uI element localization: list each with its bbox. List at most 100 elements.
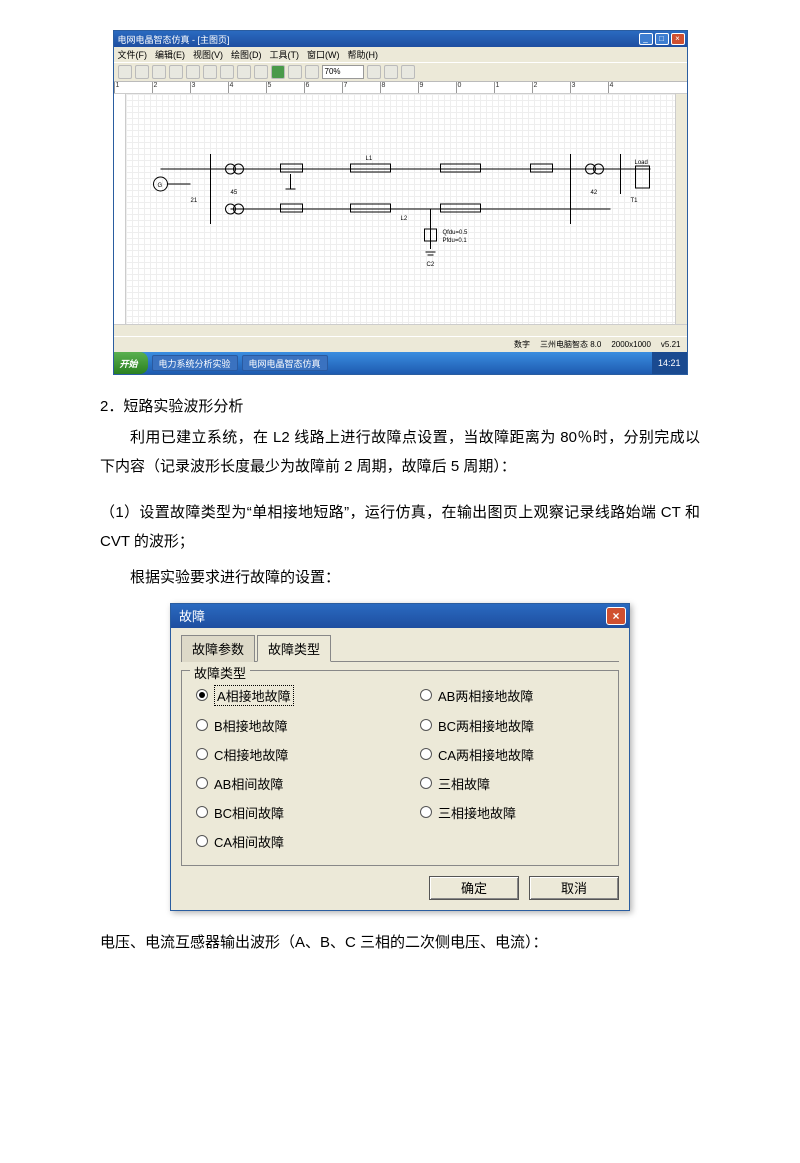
radio-icon [196, 719, 208, 731]
tool-icon[interactable] [254, 65, 268, 79]
menu-help[interactable]: 帮助(H) [348, 48, 379, 61]
paragraph: （1）设置故障类型为“单相接地短路”，运行仿真，在输出图页上观察记录线路始端 C… [100, 499, 700, 556]
close-icon[interactable]: × [671, 33, 685, 45]
svg-text:Pfdu=0.1: Pfdu=0.1 [442, 238, 467, 244]
svg-text:L2: L2 [400, 216, 407, 222]
dialog-title: 故障 [179, 606, 205, 625]
svg-text:C2: C2 [426, 262, 434, 268]
paragraph: 电压、电流互感器输出波形（A、B、C 三相的二次侧电压、电流）： [100, 929, 700, 958]
tool-icon[interactable] [384, 65, 398, 79]
scrollbar-vertical[interactable] [675, 94, 687, 324]
ruler-vertical [114, 94, 126, 324]
close-icon[interactable]: × [606, 607, 626, 625]
radio-icon [420, 748, 432, 760]
sim-toolbar: 70% [114, 62, 687, 82]
tool-icon[interactable] [220, 65, 234, 79]
simulation-app-window: 电网电晶智态仿真 - [主图页] _ □ × 文件(F) 编辑(E) 视图(V)… [113, 30, 688, 375]
sim-window-controls: _ □ × [639, 33, 685, 45]
fault-type-group: 故障类型 A相接地故障 AB两相接地故障 B相接地故障 BC两相接地故障 C相接… [181, 670, 619, 866]
status-app: 三州电脑智态 8.0 [540, 339, 601, 350]
tab-strip: 故障参数 故障类型 [181, 634, 619, 662]
taskbar-item[interactable]: 电力系统分析实验 [152, 355, 238, 371]
svg-text:T1: T1 [630, 198, 638, 204]
tool-icon[interactable] [203, 65, 217, 79]
radio-icon [420, 719, 432, 731]
radio-icon [420, 689, 432, 701]
tool-icon[interactable] [367, 65, 381, 79]
tool-icon[interactable] [152, 65, 166, 79]
radio-grid: A相接地故障 AB两相接地故障 B相接地故障 BC两相接地故障 C相接地故障 C… [196, 685, 604, 851]
start-label: 开始 [120, 357, 138, 370]
radio-ab-phase[interactable]: AB相间故障 [196, 774, 380, 793]
svg-text:G: G [157, 183, 162, 189]
dialog-body: 故障参数 故障类型 故障类型 A相接地故障 AB两相接地故障 B相接地故障 BC… [171, 628, 629, 910]
menu-tool[interactable]: 工具(T) [270, 48, 300, 61]
play-icon[interactable] [271, 65, 285, 79]
radio-b-ground[interactable]: B相接地故障 [196, 716, 380, 735]
sim-title: 电网电晶智态仿真 - [主图页] [118, 33, 230, 46]
taskbar-item[interactable]: 电网电晶智态仿真 [242, 355, 328, 371]
scrollbar-horizontal[interactable] [114, 324, 687, 336]
circuit-diagram: G L1 L2 [126, 94, 675, 324]
radio-icon [196, 806, 208, 818]
radio-ca-2ground[interactable]: CA两相接地故障 [420, 745, 604, 764]
radio-icon [196, 748, 208, 760]
radio-3phase[interactable]: 三相故障 [420, 774, 604, 793]
menu-view[interactable]: 视图(V) [193, 48, 223, 61]
radio-3phase-ground[interactable]: 三相接地故障 [420, 803, 604, 822]
minimize-icon[interactable]: _ [639, 33, 653, 45]
radio-icon [196, 777, 208, 789]
section-heading: 2．短路实验波形分析 [100, 395, 700, 416]
maximize-icon[interactable]: □ [655, 33, 669, 45]
tab-fault-params[interactable]: 故障参数 [181, 635, 255, 662]
sim-menubar: 文件(F) 编辑(E) 视图(V) 绘图(D) 工具(T) 窗口(W) 帮助(H… [114, 47, 687, 62]
paragraph: 根据实验要求进行故障的设置： [100, 564, 700, 593]
sim-statusbar: 数字 三州电脑智态 8.0 2000x1000 v5.21 [114, 336, 687, 352]
radio-ab-2ground[interactable]: AB两相接地故障 [420, 685, 604, 706]
svg-text:42: 42 [590, 190, 597, 196]
tool-icon[interactable] [186, 65, 200, 79]
radio-ca-phase[interactable]: CA相间故障 [196, 832, 380, 851]
sim-canvas[interactable]: G L1 L2 [126, 94, 675, 324]
ruler-horizontal: 1 2 3 4 5 6 7 8 9 0 1 2 3 4 [114, 82, 687, 94]
status-num: 数字 [514, 339, 530, 350]
svg-text:L1: L1 [365, 156, 372, 162]
svg-text:45: 45 [230, 190, 237, 196]
radio-icon [420, 806, 432, 818]
menu-draw[interactable]: 绘图(D) [231, 48, 262, 61]
tool-icon[interactable] [401, 65, 415, 79]
tool-icon[interactable] [169, 65, 183, 79]
tool-icon[interactable] [135, 65, 149, 79]
paragraph: 利用已建立系统，在 L2 线路上进行故障点设置，当故障距离为 80％时，分别完成… [100, 424, 700, 481]
radio-icon [196, 689, 208, 701]
radio-bc-2ground[interactable]: BC两相接地故障 [420, 716, 604, 735]
zoom-select[interactable]: 70% [322, 65, 364, 79]
menu-file[interactable]: 文件(F) [118, 48, 148, 61]
tab-fault-type[interactable]: 故障类型 [257, 635, 331, 662]
radio-bc-phase[interactable]: BC相间故障 [196, 803, 380, 822]
tray-time: 14:21 [658, 358, 681, 368]
dialog-titlebar: 故障 × [171, 604, 629, 628]
radio-a-ground[interactable]: A相接地故障 [196, 685, 380, 706]
radio-icon [196, 835, 208, 847]
tool-icon[interactable] [288, 65, 302, 79]
system-tray: 14:21 [652, 352, 687, 374]
dialog-buttons: 确定 取消 [181, 876, 619, 900]
start-button[interactable]: 开始 [114, 352, 148, 374]
svg-text:Load: Load [634, 160, 647, 166]
radio-icon [420, 777, 432, 789]
fault-dialog: 故障 × 故障参数 故障类型 故障类型 A相接地故障 AB两相接地故障 B相接地… [170, 603, 630, 911]
tool-icon[interactable] [237, 65, 251, 79]
status-res: 2000x1000 [611, 340, 651, 349]
menu-edit[interactable]: 编辑(E) [155, 48, 185, 61]
radio-c-ground[interactable]: C相接地故障 [196, 745, 380, 764]
windows-taskbar: 开始 电力系统分析实验 电网电晶智态仿真 14:21 [114, 352, 687, 374]
tool-icon[interactable] [305, 65, 319, 79]
cancel-button[interactable]: 取消 [529, 876, 619, 900]
group-title: 故障类型 [190, 663, 250, 682]
tool-icon[interactable] [118, 65, 132, 79]
menu-window[interactable]: 窗口(W) [307, 48, 340, 61]
ok-button[interactable]: 确定 [429, 876, 519, 900]
svg-text:Qfdu=0.5: Qfdu=0.5 [442, 230, 468, 236]
svg-text:21: 21 [190, 198, 197, 204]
